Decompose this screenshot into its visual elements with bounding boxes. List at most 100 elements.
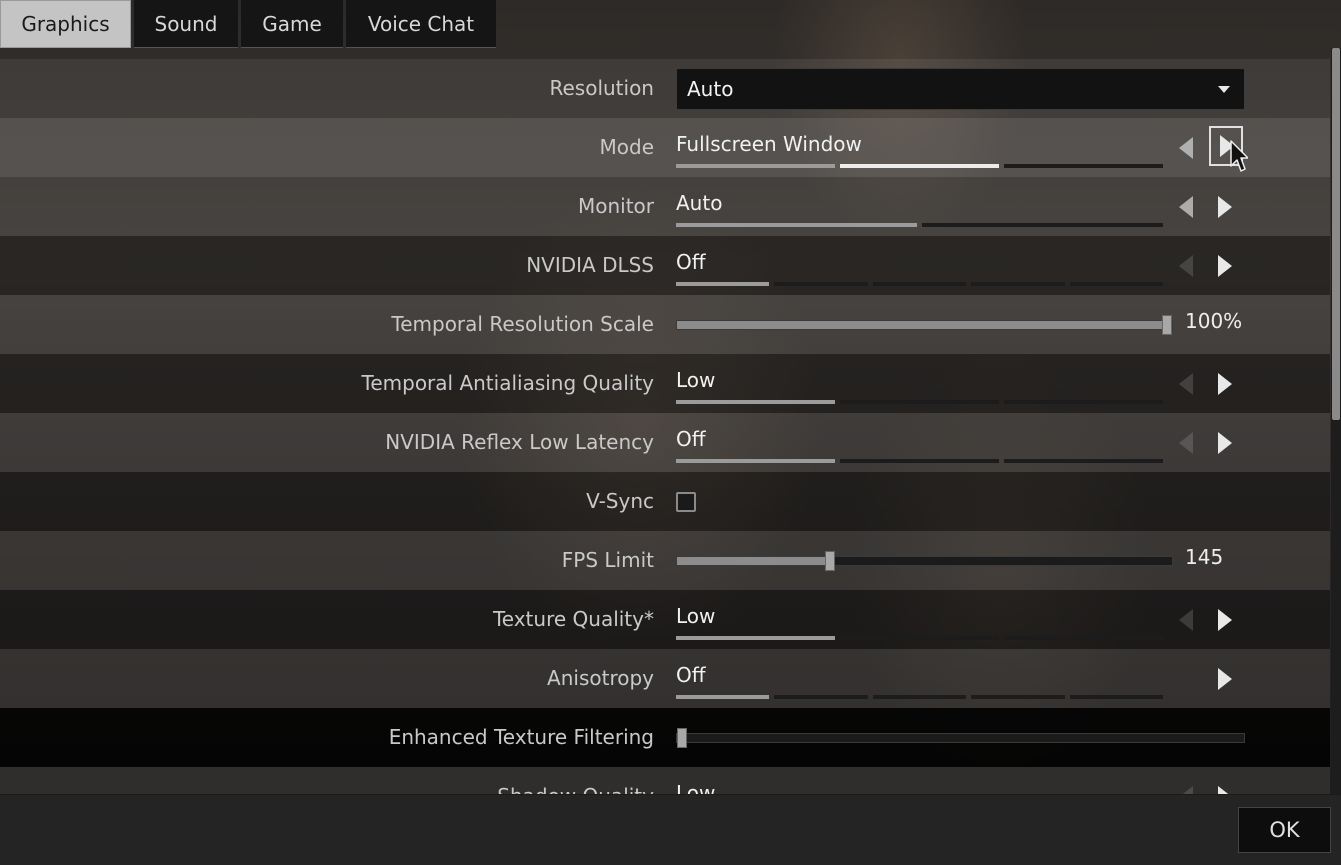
step-segment	[676, 695, 770, 699]
anisotropy-next-button[interactable]	[1212, 666, 1236, 692]
step-segment	[774, 695, 868, 699]
enhanced-texture-filtering-slider[interactable]	[676, 728, 1245, 748]
fps-limit-value: 145	[1185, 545, 1224, 569]
taa-quality-label: Temporal Antialiasing Quality	[361, 371, 654, 395]
step-segment	[922, 223, 1163, 227]
reflex-step-indicator	[676, 459, 1163, 463]
texture-quality-next-button[interactable]	[1212, 607, 1236, 633]
step-segment	[971, 695, 1065, 699]
settings-footer: OK	[0, 794, 1341, 865]
step-segment	[1004, 459, 1163, 463]
resolution-label: Resolution	[549, 76, 654, 100]
monitor-prev-button[interactable]	[1174, 194, 1198, 220]
taa-quality-value: Low	[676, 368, 716, 392]
dlss-prev-button[interactable]	[1174, 253, 1198, 279]
step-segment	[872, 282, 967, 286]
arrow-left-icon	[1179, 373, 1193, 395]
step-segment	[1069, 282, 1164, 286]
step-segment	[1004, 636, 1163, 640]
texture-quality-prev-button[interactable]	[1174, 607, 1198, 633]
step-segment	[1069, 695, 1164, 699]
slider-thumb[interactable]	[825, 551, 836, 571]
step-segment	[840, 459, 999, 463]
setting-row-reflex: NVIDIA Reflex Low Latency Off	[0, 413, 1330, 472]
step-segment	[676, 400, 835, 404]
shadow-quality-next-button[interactable]	[1212, 784, 1236, 794]
ok-button[interactable]: OK	[1238, 807, 1331, 853]
step-segment	[774, 282, 868, 286]
taa-quality-prev-button[interactable]	[1174, 371, 1198, 397]
dlss-label: NVIDIA DLSS	[526, 253, 654, 277]
setting-row-vsync: V-Sync	[0, 472, 1330, 531]
fps-limit-label: FPS Limit	[561, 548, 654, 572]
settings-scrollbar[interactable]	[1331, 48, 1341, 794]
temporal-resolution-scale-value: 100%	[1185, 309, 1243, 333]
settings-tabs: Graphics Sound Game Voice Chat	[0, 0, 496, 48]
setting-row-monitor: Monitor Auto	[0, 177, 1330, 236]
monitor-next-button[interactable]	[1212, 194, 1236, 220]
tab-game-label: Game	[262, 11, 322, 36]
tab-voice-chat[interactable]: Voice Chat	[346, 0, 496, 48]
anisotropy-step-indicator	[676, 695, 1164, 699]
vsync-label: V-Sync	[586, 489, 654, 513]
step-segment	[676, 282, 770, 286]
step-segment	[840, 164, 999, 168]
arrow-right-icon	[1218, 373, 1232, 395]
ok-button-label: OK	[1269, 818, 1300, 842]
tab-sound-label: Sound	[154, 11, 218, 36]
setting-row-enhanced-texture-filtering: Enhanced Texture Filtering	[0, 708, 1330, 767]
fps-limit-slider[interactable]	[676, 551, 1173, 571]
setting-row-resolution: Resolution Auto	[0, 59, 1330, 118]
taa-quality-next-button[interactable]	[1212, 371, 1236, 397]
mode-prev-button[interactable]	[1174, 135, 1198, 161]
arrow-left-icon	[1179, 137, 1193, 159]
shadow-quality-prev-button[interactable]	[1174, 784, 1198, 794]
dlss-next-button[interactable]	[1212, 253, 1236, 279]
dlss-step-indicator	[676, 282, 1164, 286]
arrow-right-icon	[1218, 196, 1232, 218]
arrow-left-icon	[1179, 196, 1193, 218]
reflex-label: NVIDIA Reflex Low Latency	[385, 430, 654, 454]
graphics-settings-list: Resolution Auto Mode Fullscreen Window M…	[0, 59, 1330, 794]
monitor-label: Monitor	[577, 194, 654, 218]
setting-row-temporal-resolution-scale: Temporal Resolution Scale 100%	[0, 295, 1330, 354]
shadow-quality-value: Low	[676, 781, 716, 794]
enhanced-texture-filtering-label: Enhanced Texture Filtering	[388, 725, 654, 749]
mode-label: Mode	[599, 135, 655, 159]
scrollbar-thumb[interactable]	[1332, 48, 1340, 420]
monitor-step-indicator	[676, 223, 1163, 227]
caret-down-icon	[1218, 86, 1230, 93]
step-segment	[1004, 164, 1163, 168]
arrow-left-icon	[1179, 609, 1193, 631]
setting-row-fps-limit: FPS Limit 145	[0, 531, 1330, 590]
tab-graphics[interactable]: Graphics	[0, 0, 131, 48]
mode-value: Fullscreen Window	[676, 132, 862, 156]
arrow-left-icon	[1179, 786, 1193, 794]
step-segment	[676, 164, 835, 168]
step-segment	[1004, 400, 1163, 404]
resolution-value: Auto	[687, 77, 734, 101]
reflex-next-button[interactable]	[1212, 430, 1236, 456]
temporal-resolution-scale-label: Temporal Resolution Scale	[391, 312, 654, 336]
step-segment	[840, 636, 999, 640]
reflex-prev-button[interactable]	[1174, 430, 1198, 456]
slider-fill	[677, 557, 831, 565]
anisotropy-value: Off	[676, 663, 706, 687]
tab-game[interactable]: Game	[241, 0, 343, 48]
step-segment	[872, 695, 967, 699]
dlss-value: Off	[676, 250, 706, 274]
texture-quality-step-indicator	[676, 636, 1163, 640]
arrow-left-icon	[1179, 432, 1193, 454]
tab-voice-chat-label: Voice Chat	[367, 11, 475, 36]
resolution-dropdown[interactable]: Auto	[676, 68, 1245, 110]
vsync-checkbox[interactable]	[676, 492, 696, 512]
mode-step-indicator	[676, 164, 1163, 168]
arrow-right-icon	[1218, 609, 1232, 631]
texture-quality-label: Texture Quality*	[492, 607, 654, 631]
slider-thumb[interactable]	[677, 728, 687, 748]
temporal-resolution-scale-slider[interactable]	[676, 315, 1173, 335]
shadow-quality-label: Shadow Quality	[497, 767, 654, 794]
setting-row-mode: Mode Fullscreen Window	[0, 118, 1330, 177]
tab-sound[interactable]: Sound	[134, 0, 238, 48]
slider-thumb[interactable]	[1162, 315, 1172, 335]
